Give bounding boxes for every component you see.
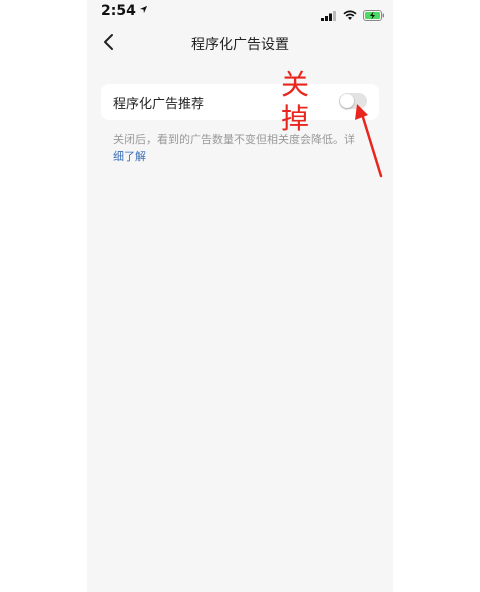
time-text: 2:54: [101, 3, 136, 19]
nav-bar: 程序化广告设置: [87, 28, 393, 60]
annotation-text: 关 掉: [278, 68, 312, 136]
learn-more-link[interactable]: 细了解: [113, 148, 146, 164]
page-title: 程序化广告设置: [191, 37, 289, 53]
cellular-signal-icon: [321, 6, 337, 25]
status-time: 2:54: [101, 3, 148, 19]
annotation-line-2: 掉: [280, 102, 309, 135]
location-arrow-icon: [139, 5, 148, 17]
toggle-knob: [340, 94, 354, 108]
status-icons: [321, 6, 385, 25]
setting-description: 关闭后，看到的广告数量不变但相关度会降低。详: [113, 133, 355, 146]
setting-row-programmatic-ads: 程序化广告推荐: [101, 84, 379, 120]
setting-label: 程序化广告推荐: [113, 97, 205, 112]
annotation-line-1: 关: [280, 68, 309, 101]
wifi-icon: [343, 6, 357, 25]
phone-screen: 2:54 程序化广告设置 程序化广告推荐 关闭后，看到的广告数量不变但相关度会降…: [87, 0, 393, 592]
battery-charging-icon: [363, 6, 385, 25]
status-bar: 2:54: [87, 0, 393, 24]
programmatic-ads-toggle[interactable]: [339, 93, 367, 109]
